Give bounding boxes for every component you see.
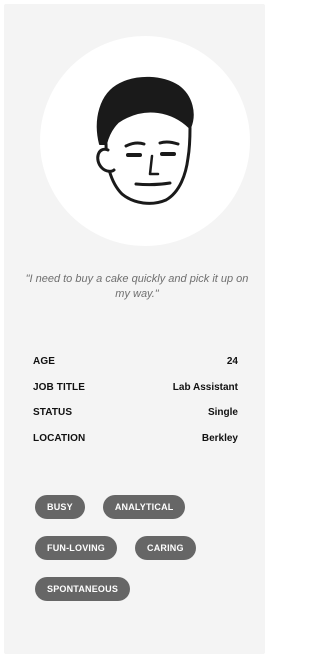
detail-value: 24 xyxy=(226,356,238,368)
trait-tag-analytical[interactable]: ANALYTICAL xyxy=(102,495,186,519)
detail-row-status: STATUS Single xyxy=(33,400,238,426)
avatar xyxy=(40,36,250,246)
detail-value: Single xyxy=(207,407,238,419)
detail-row-job-title: JOB TITLE Lab Assistant xyxy=(33,375,238,401)
trait-tag-caring[interactable]: CARING xyxy=(135,536,196,560)
trait-tag-spontaneous[interactable]: SPONTANEOUS xyxy=(35,577,131,601)
detail-label: LOCATION xyxy=(33,432,86,444)
detail-row-location: LOCATION Berkley xyxy=(33,426,238,452)
trait-tag-fun-loving[interactable]: FUN-LOVING xyxy=(35,536,117,560)
persona-card: "I need to buy a cake quickly and pick i… xyxy=(4,4,265,654)
trait-tag-busy[interactable]: BUSY xyxy=(35,495,85,519)
detail-label: STATUS xyxy=(33,407,73,419)
persona-details: AGE 24 JOB TITLE Lab Assistant STATUS Si… xyxy=(33,349,238,451)
user-avatar-icon xyxy=(96,76,194,205)
detail-row-age: AGE 24 xyxy=(33,349,238,375)
detail-value: Berkley xyxy=(201,432,238,444)
persona-quote: "I need to buy a cake quickly and pick i… xyxy=(25,273,249,300)
detail-label: JOB TITLE xyxy=(33,381,86,393)
detail-value: Lab Assistant xyxy=(172,381,238,393)
trait-tags: BUSY ANALYTICAL FUN-LOVING CARING SPONTA… xyxy=(35,495,235,618)
detail-label: AGE xyxy=(33,356,55,368)
